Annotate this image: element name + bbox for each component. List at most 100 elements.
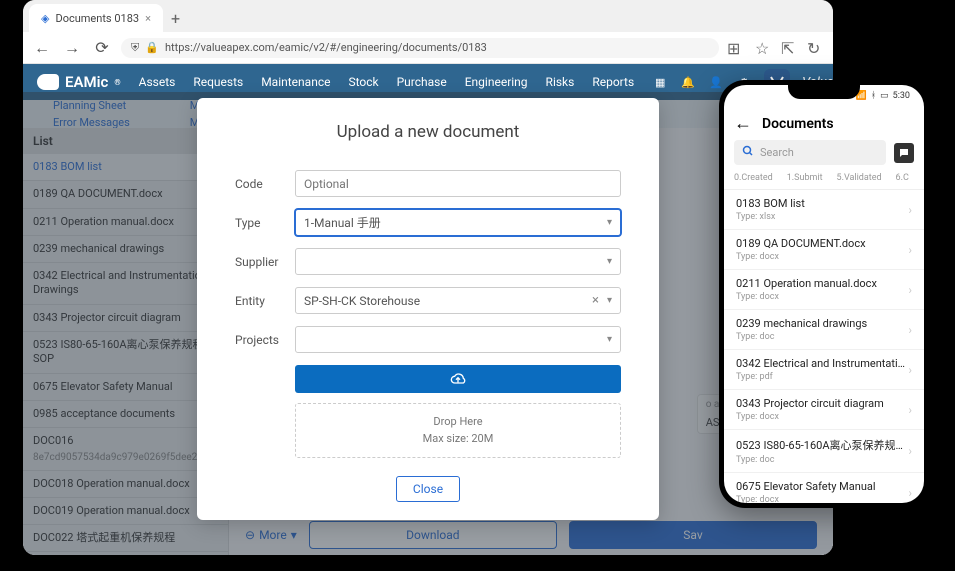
star-icon[interactable]: ☆	[755, 39, 773, 57]
list-item[interactable]: 0239 mechanical drawings Type: doc ›	[724, 310, 924, 350]
app-nav: Assets Requests Maintenance Stock Purcha…	[139, 75, 635, 89]
entity-value: SP-SH-CK Storehouse	[304, 294, 420, 308]
search-placeholder: Search	[760, 146, 794, 159]
list-item[interactable]: 0675 Elevator Safety Manual Type: docx ›	[724, 473, 924, 503]
chevron-right-icon: ›	[908, 203, 912, 217]
close-label: Close	[413, 482, 443, 496]
item-type: Type: xlsx	[736, 212, 908, 222]
form-row-code: Code	[235, 170, 621, 197]
qr-icon[interactable]: ⊞	[727, 39, 745, 57]
code-input[interactable]	[295, 170, 621, 197]
mobile-list[interactable]: 0183 BOM list Type: xlsx › 0189 QA DOCUM…	[724, 190, 924, 503]
grid-icon[interactable]: ▦	[652, 74, 668, 90]
nav-requests[interactable]: Requests	[193, 75, 243, 89]
item-type: Type: pdf	[736, 372, 908, 382]
mobile-screen: 📶 ᚼ ▭ 5:30 ← Documents Search 0.Created …	[724, 85, 924, 503]
search-icon	[742, 145, 754, 160]
list-item[interactable]: 0189 QA DOCUMENT.docx Type: docx ›	[724, 230, 924, 270]
shield-icon: ⛨	[131, 41, 139, 55]
search-input[interactable]: Search	[734, 140, 886, 165]
new-tab-button[interactable]: +	[163, 5, 188, 32]
item-title: 0342 Electrical and Instrumentation Dra.…	[736, 357, 908, 370]
extension-icon[interactable]: ⇱	[781, 39, 799, 57]
url-text: https://valueapex.com/eamic/v2/#/enginee…	[165, 41, 487, 54]
nav-risks[interactable]: Risks	[546, 75, 575, 89]
item-title: 0211 Operation manual.docx	[736, 277, 908, 290]
modal-footer: Close	[235, 476, 621, 502]
item-title: 0523 IS80-65-160A离心泵保养规程 SOP	[736, 437, 908, 453]
label-entity: Entity	[235, 294, 295, 308]
chevron-down-icon: ▾	[607, 334, 612, 345]
desktop-browser-window: ◈ Documents 0183 × + ← → ⟳ ⛨ 🔒 https://v…	[23, 0, 833, 555]
item-title: 0675 Elevator Safety Manual	[736, 480, 908, 493]
entity-select[interactable]: SP-SH-CK Storehouse × ▾	[295, 287, 621, 314]
message-button[interactable]	[894, 143, 914, 163]
upload-button[interactable]	[295, 365, 621, 393]
chevron-right-icon: ›	[908, 486, 912, 500]
user-icon[interactable]: 👤	[708, 74, 724, 90]
list-item[interactable]: 0342 Electrical and Instrumentation Dra.…	[724, 350, 924, 390]
app-logo[interactable]: EAMic ®	[37, 73, 121, 91]
cloud-upload-icon	[450, 371, 466, 387]
url-input[interactable]: ⛨ 🔒 https://valueapex.com/eamic/v2/#/eng…	[121, 38, 719, 58]
bluetooth-icon: ᚼ	[871, 91, 876, 101]
browser-tabs: ◈ Documents 0183 × +	[23, 0, 833, 32]
item-title: 0189 QA DOCUMENT.docx	[736, 237, 908, 250]
mobile-tab[interactable]: 5.Validated	[837, 173, 882, 189]
status-time: 5:30	[893, 91, 910, 101]
clear-entity-icon[interactable]: ×	[592, 293, 599, 308]
close-button[interactable]: Close	[396, 476, 460, 502]
chevron-right-icon: ›	[908, 444, 912, 458]
nav-purchase[interactable]: Purchase	[397, 75, 447, 89]
form-row-entity: Entity SP-SH-CK Storehouse × ▾	[235, 287, 621, 314]
sync-icon[interactable]: ↻	[807, 39, 825, 57]
nav-engineering[interactable]: Engineering	[465, 75, 528, 89]
item-title: 0239 mechanical drawings	[736, 317, 908, 330]
cloud-logo-icon	[37, 74, 59, 90]
mobile-device: 📶 ᚼ ▭ 5:30 ← Documents Search 0.Created …	[719, 80, 929, 508]
item-type: Type: doc	[736, 455, 908, 465]
list-item[interactable]: 0183 BOM list Type: xlsx ›	[724, 190, 924, 230]
tab-close-icon[interactable]: ×	[145, 12, 151, 25]
chevron-right-icon: ›	[908, 323, 912, 337]
label-projects: Projects	[235, 333, 295, 347]
list-item[interactable]: 0523 IS80-65-160A离心泵保养规程 SOP Type: doc ›	[724, 430, 924, 473]
type-value: 1-Manual 手册	[304, 214, 381, 231]
mobile-tab[interactable]: 1.Submit	[787, 173, 823, 189]
upload-modal: Upload a new document Code Type 1-Manual…	[197, 98, 659, 520]
supplier-select[interactable]: ▾	[295, 248, 621, 275]
label-supplier: Supplier	[235, 255, 295, 269]
drop-here-text: Drop Here	[306, 414, 610, 431]
projects-select[interactable]: ▾	[295, 326, 621, 353]
mobile-tab[interactable]: 6.C	[896, 173, 909, 189]
nav-reports[interactable]: Reports	[592, 75, 634, 89]
nav-maintenance[interactable]: Maintenance	[261, 75, 330, 89]
list-item[interactable]: 0211 Operation manual.docx Type: docx ›	[724, 270, 924, 310]
list-item[interactable]: 0343 Projector circuit diagram Type: doc…	[724, 390, 924, 430]
reload-button[interactable]: ⟳	[91, 37, 113, 59]
drop-zone[interactable]: Drop Here Max size: 20M	[295, 403, 621, 458]
nav-assets[interactable]: Assets	[139, 75, 176, 89]
mobile-header: ← Documents	[724, 107, 924, 140]
form-row-type: Type 1-Manual 手册 ▾	[235, 209, 621, 236]
bell-icon[interactable]: 🔔	[680, 74, 696, 90]
forward-button[interactable]: →	[61, 37, 83, 59]
nav-stock[interactable]: Stock	[348, 75, 378, 89]
reg-mark: ®	[114, 78, 120, 87]
chevron-right-icon: ›	[908, 283, 912, 297]
form-row-projects: Projects ▾	[235, 326, 621, 353]
item-type: Type: docx	[736, 252, 908, 262]
mobile-tab[interactable]: 0.Created	[734, 173, 773, 189]
modal-overlay: Upload a new document Code Type 1-Manual…	[23, 92, 833, 555]
max-size-text: Max size: 20M	[306, 431, 610, 448]
type-select[interactable]: 1-Manual 手册 ▾	[295, 209, 621, 236]
item-type: Type: docx	[736, 495, 908, 503]
browser-tab[interactable]: ◈ Documents 0183 ×	[29, 4, 163, 32]
chevron-down-icon: ▾	[607, 295, 612, 306]
label-code: Code	[235, 177, 295, 191]
item-title: 0183 BOM list	[736, 197, 908, 210]
item-type: Type: doc	[736, 332, 908, 342]
back-button[interactable]: ←	[31, 37, 53, 59]
app-brand-text: EAMic	[65, 73, 108, 91]
back-button[interactable]: ←	[734, 113, 752, 134]
